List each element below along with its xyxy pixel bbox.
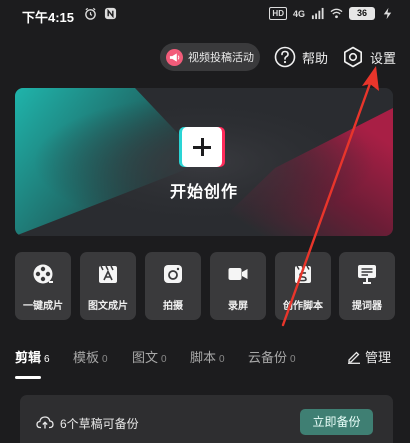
backup-message: 6个草稿可备份 — [60, 417, 139, 431]
tool-label: 录屏 — [228, 301, 248, 312]
video-submission-activity-button[interactable]: 视频投稿活动 — [160, 43, 260, 71]
manage-label: 管理 — [365, 350, 392, 365]
hero-title: 开始创作 — [169, 184, 238, 201]
script-icon — [295, 265, 311, 283]
tool-label: 图文成片 — [88, 301, 128, 312]
signal-label: 4G — [292, 8, 305, 19]
tab-count: 0 — [161, 354, 167, 365]
backup-now-button[interactable]: 立即备份 — [300, 409, 373, 435]
help-icon — [274, 46, 296, 68]
tab-count: 6 — [44, 354, 50, 365]
megaphone-icon — [166, 48, 183, 66]
manage-button[interactable]: 管理 — [347, 347, 391, 366]
teleprompter-icon — [358, 265, 376, 284]
start-creation-card[interactable]: 开始创作 — [15, 88, 393, 236]
tab-cloud-backup[interactable]: 云备份 0 — [248, 347, 296, 366]
cloud-upload-icon — [36, 416, 54, 429]
settings-icon — [344, 46, 362, 68]
help-button[interactable]: 帮助 — [274, 43, 328, 71]
tab-edit[interactable]: 剪辑 6 — [15, 347, 50, 366]
screen-record-icon — [228, 268, 248, 280]
tool-shoot[interactable]: 拍摄 — [145, 252, 201, 320]
film-reel-icon — [33, 264, 53, 284]
tool-screen-record[interactable]: 录屏 — [210, 252, 266, 320]
hd-badge: HD — [269, 7, 287, 20]
settings-label: 设置 — [370, 50, 397, 66]
active-tab-indicator — [15, 376, 41, 379]
tool-label: 提词器 — [352, 301, 382, 312]
tab-script[interactable]: 脚本 0 — [190, 347, 225, 366]
status-system-icons: HD 4G 36 — [269, 7, 394, 20]
tool-text-to-video[interactable]: 图文成片 — [80, 252, 136, 320]
tool-creation-script[interactable]: 创作脚本 — [275, 252, 331, 320]
backup-card: 6个草稿可备份 立即备份 — [20, 395, 393, 443]
tab-count: 0 — [102, 354, 108, 365]
tab-count: 0 — [219, 354, 225, 365]
activity-label: 视频投稿活动 — [188, 52, 254, 64]
tool-label: 拍摄 — [163, 301, 183, 312]
tool-label: 创作脚本 — [283, 301, 323, 312]
tool-label: 一键成片 — [23, 301, 63, 312]
tools-row: 一键成片 图文成片 拍摄 录屏 创作脚本 提词器 — [15, 252, 395, 320]
wifi-icon — [330, 8, 343, 19]
status-time: 下午4:15 — [22, 10, 75, 25]
tab-template[interactable]: 模板 0 — [73, 347, 108, 366]
battery-indicator: 36 — [349, 7, 375, 20]
alarm-icon — [85, 7, 96, 20]
add-project-icon — [182, 127, 222, 167]
nfc-icon — [104, 7, 117, 20]
draft-tabs: 剪辑 6 模板 0 图文 0 脚本 0 云备份 0 管理 — [15, 347, 395, 379]
help-label: 帮助 — [302, 50, 329, 66]
charging-icon — [383, 7, 392, 20]
signal-bars-icon — [311, 7, 324, 20]
status-bar: 下午4:15 HD 4G 36 — [0, 0, 410, 30]
tool-one-click-video[interactable]: 一键成片 — [15, 252, 71, 320]
settings-button[interactable]: 设置 — [342, 43, 396, 71]
tool-teleprompter[interactable]: 提词器 — [339, 252, 395, 320]
tab-image-text[interactable]: 图文 0 — [132, 347, 167, 366]
edit-pencil-icon — [348, 351, 360, 364]
status-notification-icons — [84, 7, 117, 20]
tab-count: 0 — [290, 354, 296, 365]
text-clapper-icon — [99, 265, 117, 283]
camera-icon — [164, 265, 182, 283]
